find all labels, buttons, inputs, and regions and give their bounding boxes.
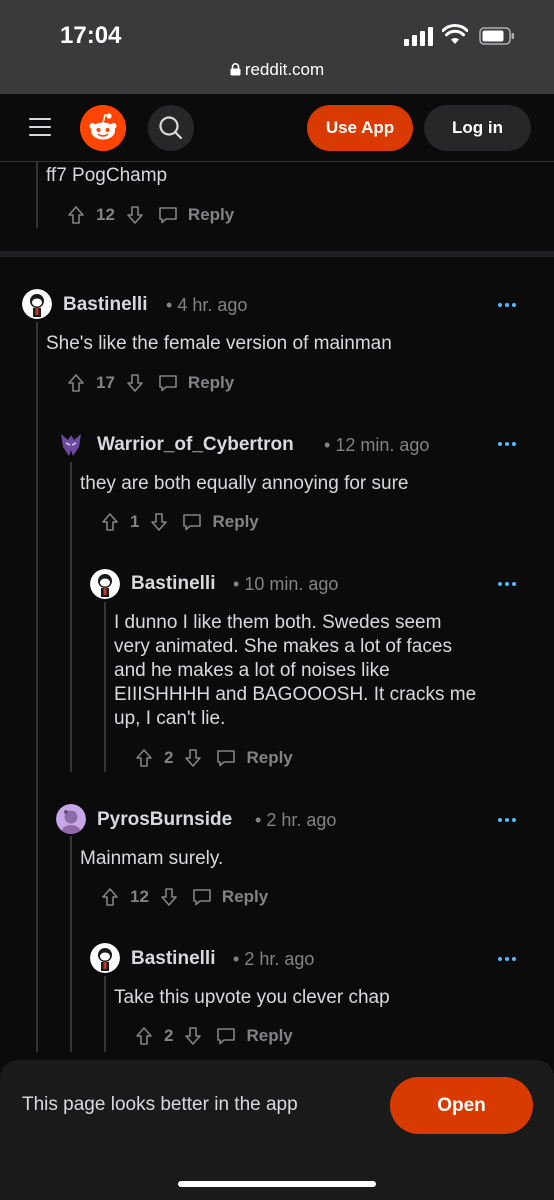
url-bar[interactable]: reddit.com — [0, 60, 554, 80]
status-bar: 17:04 reddit.com — [0, 0, 554, 94]
comment-timestamp: • 12 min. ago — [324, 435, 430, 455]
cellular-signal-icon — [404, 26, 434, 46]
downvote-icon[interactable] — [184, 748, 202, 768]
battery-icon — [479, 27, 514, 45]
thread-line[interactable] — [104, 976, 106, 1052]
upvote-icon[interactable] — [101, 887, 119, 907]
comment-body: ff7 PogChamp — [46, 165, 168, 186]
site-header: Use App Log in — [0, 94, 554, 162]
downvote-icon[interactable] — [126, 373, 144, 393]
reply-icon[interactable] — [158, 206, 178, 224]
reply-icon[interactable] — [182, 513, 202, 531]
downvote-icon[interactable] — [150, 512, 168, 532]
search-icon — [159, 116, 183, 140]
more-options-icon[interactable] — [498, 441, 516, 447]
comment-author[interactable]: PyrosBurnside — [97, 809, 232, 831]
downvote-icon[interactable] — [126, 205, 144, 225]
upvote-icon[interactable] — [135, 1026, 153, 1046]
score: 2 — [164, 748, 174, 767]
comment-timestamp: • 2 hr. ago — [233, 949, 315, 969]
avatar[interactable] — [56, 429, 86, 459]
reply-button[interactable]: Reply — [188, 373, 234, 393]
reply-icon[interactable] — [192, 888, 212, 906]
comment-timestamp: • 2 hr. ago — [255, 810, 337, 830]
comment-body-line: EIIISHHHH and BAGOOOSH. It cracks me — [114, 684, 477, 705]
comment-body-line: and he makes a lot of noises like — [114, 660, 390, 681]
section-divider — [0, 251, 554, 257]
open-in-app-banner: This page looks better in the app Open — [0, 1060, 554, 1200]
reply-icon[interactable] — [216, 1027, 236, 1045]
thread-line[interactable] — [104, 602, 106, 772]
upvote-icon[interactable] — [67, 205, 85, 225]
reply-button[interactable]: Reply — [188, 205, 234, 225]
reply-button[interactable]: Reply — [246, 748, 292, 768]
comment-body: Mainmam surely. — [80, 848, 224, 869]
use-app-button[interactable]: Use App — [307, 105, 413, 151]
reply-button[interactable]: Reply — [222, 887, 268, 907]
avatar[interactable] — [90, 569, 120, 599]
decepticon-avatar-icon — [56, 429, 86, 459]
menu-icon[interactable] — [29, 118, 51, 136]
comment-timestamp: • 4 hr. ago — [166, 295, 248, 315]
comment-author[interactable]: Bastinelli — [131, 573, 215, 595]
comment-author[interactable]: Bastinelli — [131, 948, 215, 970]
snoo-avatar-icon — [56, 804, 86, 834]
avatar[interactable] — [90, 943, 120, 973]
downvote-icon[interactable] — [160, 887, 178, 907]
score: 12 — [96, 205, 115, 224]
comment-actions: 17 Reply — [67, 371, 234, 395]
more-options-icon[interactable] — [498, 581, 516, 587]
wifi-icon — [442, 24, 468, 44]
more-options-icon[interactable] — [498, 817, 516, 823]
comment-author[interactable]: Warrior_of_Cybertron — [97, 434, 294, 456]
comment-actions: 2 Reply — [135, 1024, 293, 1048]
comment-body-line: very animated. She makes a lot of faces — [114, 636, 452, 657]
reply-button[interactable]: Reply — [212, 512, 258, 532]
comment-timestamp: • 10 min. ago — [233, 574, 339, 594]
lock-icon — [230, 63, 241, 76]
comment-author[interactable]: Bastinelli — [63, 294, 147, 316]
comment-actions: 12 Reply — [101, 885, 268, 909]
comment-body-line: I dunno I like them both. Swedes seem — [114, 612, 442, 633]
snoo-avatar-icon — [90, 569, 120, 599]
upvote-icon[interactable] — [135, 748, 153, 768]
banner-text: This page looks better in the app — [22, 1094, 298, 1115]
status-time: 17:04 — [60, 22, 122, 49]
comment-actions: 1 Reply — [101, 510, 259, 534]
more-options-icon[interactable] — [498, 302, 516, 308]
reply-icon[interactable] — [216, 749, 236, 767]
score: 2 — [164, 1026, 174, 1045]
reply-icon[interactable] — [158, 374, 178, 392]
snoo-avatar-icon — [22, 289, 52, 319]
comment-actions: 2 Reply — [135, 746, 293, 770]
login-button[interactable]: Log in — [424, 105, 531, 151]
thread-line[interactable] — [70, 836, 72, 1052]
comment-body: Take this upvote you clever chap — [114, 987, 390, 1008]
comment-actions: 12 Reply — [67, 203, 234, 227]
comment-body-line: up, I can't lie. — [114, 708, 226, 729]
reply-button[interactable]: Reply — [246, 1026, 292, 1046]
search-button[interactable] — [148, 105, 194, 151]
comment-body: I dunno I like them both. Swedes seem ve… — [114, 611, 476, 731]
snoo-avatar-icon — [90, 943, 120, 973]
open-app-button[interactable]: Open — [390, 1077, 533, 1134]
score: 1 — [130, 512, 140, 531]
comment-body: they are both equally annoying for sure — [80, 473, 409, 494]
thread-line[interactable] — [36, 162, 38, 228]
thread-line[interactable] — [70, 462, 72, 772]
upvote-icon[interactable] — [67, 373, 85, 393]
avatar[interactable] — [22, 289, 52, 319]
avatar[interactable] — [56, 804, 86, 834]
comment-body: She's like the female version of mainman — [46, 333, 392, 354]
score: 17 — [96, 373, 115, 392]
score: 12 — [130, 887, 149, 906]
home-indicator[interactable] — [178, 1181, 376, 1187]
thread-line[interactable] — [36, 322, 38, 1052]
reddit-logo-icon[interactable] — [80, 105, 126, 151]
downvote-icon[interactable] — [184, 1026, 202, 1046]
url-text: reddit.com — [244, 60, 325, 79]
more-options-icon[interactable] — [498, 956, 516, 962]
upvote-icon[interactable] — [101, 512, 119, 532]
